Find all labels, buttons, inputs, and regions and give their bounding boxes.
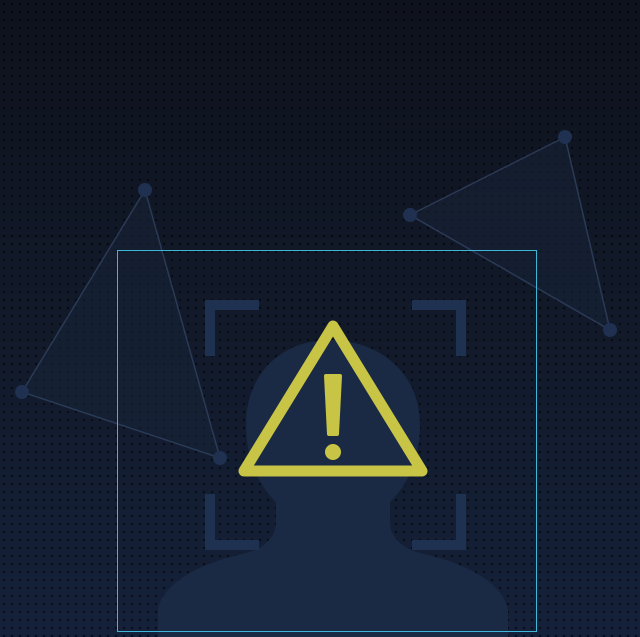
network-node <box>15 385 29 399</box>
network-node <box>403 208 417 222</box>
network-node <box>138 183 152 197</box>
face-scan-warning-screen <box>0 0 640 637</box>
warning-triangle-icon <box>238 320 428 477</box>
network-node <box>558 130 572 144</box>
network-node <box>603 323 617 337</box>
